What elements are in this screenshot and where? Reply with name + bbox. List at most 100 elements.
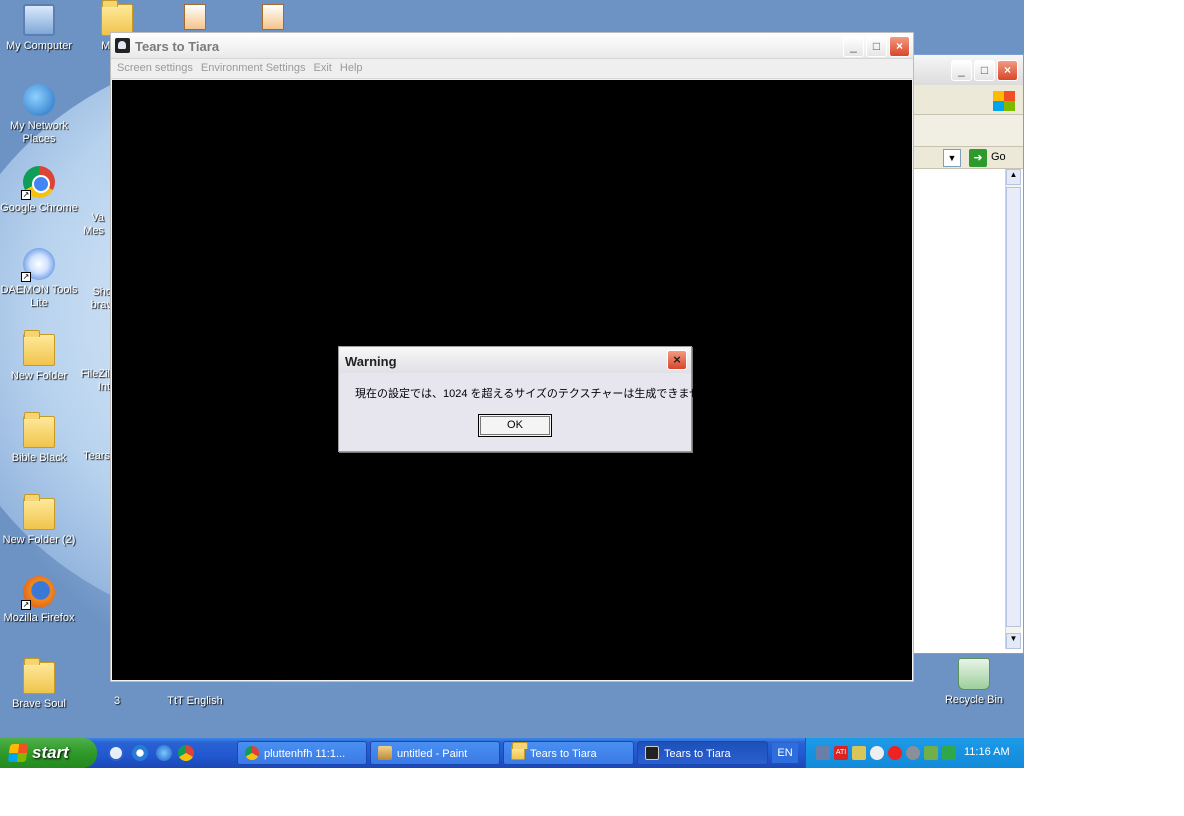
desktop-icon-label: TtT English bbox=[167, 695, 223, 707]
system-tray: ATI 11:16 AM bbox=[805, 738, 1024, 768]
folder-icon bbox=[511, 742, 528, 760]
desktop-icon-my-computer[interactable]: My Computer bbox=[0, 4, 78, 53]
desktop-icon-label: 3 bbox=[113, 695, 121, 707]
desktop-icon-recycle-bin[interactable]: Recycle Bin bbox=[935, 658, 1013, 707]
daemon-tray-icon[interactable] bbox=[906, 746, 920, 760]
file-icon[interactable] bbox=[262, 4, 284, 30]
desktop-icon-my-network-places[interactable]: My Network Places bbox=[0, 84, 78, 146]
chrome-icon[interactable] bbox=[178, 745, 194, 761]
menu-help[interactable]: Help bbox=[340, 59, 368, 74]
folder-icon bbox=[23, 658, 55, 694]
desktop-icon-partial-sho[interactable]: Sho brav bbox=[64, 286, 112, 312]
menu-screen-settings[interactable]: Screen settings bbox=[117, 59, 198, 74]
maximize-button[interactable]: □ bbox=[974, 60, 995, 81]
desktop-icon-label: Recycle Bin bbox=[944, 694, 1004, 706]
desktop-icon-partial-va[interactable]: Va Mes bbox=[64, 212, 104, 238]
menu-exit[interactable]: Exit bbox=[314, 59, 337, 74]
windows-logo-icon bbox=[993, 91, 1015, 111]
desktop-icon-label: Int bbox=[97, 381, 110, 393]
close-button[interactable]: × bbox=[889, 36, 910, 57]
menu-environment-settings[interactable]: Environment Settings bbox=[201, 59, 311, 74]
taskbar-task-game[interactable]: Tears to Tiara bbox=[637, 741, 768, 765]
game-app-icon bbox=[115, 38, 130, 53]
desktop: My Computer My Network Places ↗ Google C… bbox=[0, 0, 1024, 768]
close-button[interactable]: × bbox=[997, 60, 1018, 81]
minimize-button[interactable]: _ bbox=[843, 36, 864, 57]
scroll-up-icon[interactable]: ▲ bbox=[1006, 169, 1021, 185]
task-label: untitled - Paint bbox=[397, 748, 468, 760]
network-tray-icon[interactable] bbox=[816, 746, 830, 760]
chrome-icon bbox=[245, 746, 259, 760]
ok-button[interactable]: OK bbox=[478, 414, 552, 437]
game-icon bbox=[645, 746, 659, 760]
desktop-icon-label: FileZil bbox=[80, 368, 110, 380]
warning-dialog[interactable]: Warning × 現在の設定では、1024 を超えるサイズのテクスチャーは生成… bbox=[338, 346, 711, 452]
firefox-icon: ↗ bbox=[21, 576, 55, 610]
shortcut-arrow-icon: ↗ bbox=[21, 272, 31, 282]
settings-tray-icon[interactable] bbox=[924, 746, 938, 760]
taskbar-task-paint[interactable]: untitled - Paint bbox=[370, 741, 500, 765]
desktop-icon-partial-tears[interactable]: Tears bbox=[62, 450, 110, 463]
scroll-thumb[interactable] bbox=[1006, 187, 1021, 627]
explorer-titlebar[interactable]: _ □ × bbox=[911, 55, 1023, 85]
explorer-toolbar-buttons bbox=[911, 115, 1023, 147]
clock[interactable]: 11:16 AM bbox=[964, 746, 1010, 758]
explorer-window[interactable]: _ □ × ▼ ➜ Go ▲ ▼ bbox=[910, 54, 1024, 654]
dropdown-arrow-icon[interactable]: ▼ bbox=[943, 149, 961, 167]
desktop-icon-label: Tears bbox=[83, 450, 110, 462]
folder-icon bbox=[23, 412, 55, 448]
daemon-tools-icon: ↗ bbox=[21, 248, 55, 282]
taskbar-task-chrome[interactable]: pluttenhfh 11:1... bbox=[237, 741, 367, 765]
go-button[interactable]: Go bbox=[991, 151, 1006, 163]
maximize-button[interactable]: □ bbox=[866, 36, 887, 57]
safely-remove-icon[interactable] bbox=[942, 746, 956, 760]
desktop-icon-label: Bible Black bbox=[11, 452, 67, 464]
desktop-icon-label: Mozilla Firefox bbox=[3, 612, 75, 624]
network-icon bbox=[23, 84, 55, 116]
antivirus-icon[interactable] bbox=[888, 746, 902, 760]
dialog-titlebar[interactable]: Warning × bbox=[339, 347, 691, 373]
desktop-icon-new-folder-2[interactable]: New Folder (2) bbox=[0, 494, 78, 547]
desktop-icon-google-chrome[interactable]: ↗ Google Chrome bbox=[0, 166, 78, 215]
chrome-icon: ↗ bbox=[21, 166, 55, 200]
scroll-down-icon[interactable]: ▼ bbox=[1006, 633, 1021, 649]
taskbar-task-explorer[interactable]: Tears to Tiara bbox=[503, 741, 634, 765]
folder-icon bbox=[23, 330, 55, 366]
desktop-icon-partial-filezilla[interactable]: FileZil Int bbox=[62, 368, 110, 394]
desktop-icon-label: Mes bbox=[83, 225, 104, 237]
recycle-bin-icon bbox=[958, 658, 990, 690]
dialog-message: 現在の設定では、1024 を超えるサイズのテクスチャーは生成できません bbox=[355, 388, 712, 400]
task-label: Tears to Tiara bbox=[664, 748, 731, 760]
task-label: Tears to Tiara bbox=[530, 748, 597, 760]
game-titlebar[interactable]: Tears to Tiara _ □ × bbox=[111, 33, 913, 59]
close-button[interactable]: × bbox=[667, 350, 687, 370]
desktop-icon-label: Va bbox=[91, 212, 104, 224]
start-button[interactable]: start bbox=[0, 738, 97, 768]
desktop-icon-brave-soul[interactable]: Brave Soul bbox=[0, 658, 78, 711]
desktop-icon-ttt-english[interactable]: TtT English bbox=[156, 695, 234, 708]
windows-flag-icon bbox=[7, 744, 29, 762]
minimize-button[interactable]: _ bbox=[951, 60, 972, 81]
go-arrow-icon[interactable]: ➜ bbox=[969, 149, 987, 167]
show-desktop-icon[interactable] bbox=[108, 745, 124, 761]
dialog-title: Warning bbox=[345, 354, 397, 369]
paint-icon bbox=[378, 746, 392, 760]
shortcut-arrow-icon: ↗ bbox=[21, 190, 31, 200]
vertical-scrollbar[interactable]: ▲ ▼ bbox=[1005, 169, 1021, 649]
media-player-icon[interactable] bbox=[132, 745, 148, 761]
explorer-toolbar bbox=[911, 85, 1023, 115]
file-icon[interactable] bbox=[184, 4, 206, 30]
mail-icon[interactable] bbox=[852, 746, 866, 760]
language-indicator[interactable]: EN bbox=[772, 743, 798, 763]
ati-icon[interactable]: ATI bbox=[834, 746, 848, 760]
internet-explorer-icon[interactable] bbox=[156, 745, 172, 761]
desktop-icon-label: My Network Places bbox=[9, 120, 69, 145]
desktop-icon-mozilla-firefox[interactable]: ↗ Mozilla Firefox bbox=[0, 576, 78, 625]
folder-icon bbox=[23, 494, 55, 530]
computer-icon bbox=[23, 4, 55, 36]
messenger-icon[interactable] bbox=[870, 746, 884, 760]
desktop-icon-label: New Folder (2) bbox=[2, 534, 76, 546]
taskbar: start pluttenhfh 11:1... untitled - Pain… bbox=[0, 738, 1024, 768]
desktop-icon-3[interactable]: 3 bbox=[78, 695, 156, 708]
address-bar[interactable]: ▼ ➜ Go bbox=[911, 147, 1023, 169]
